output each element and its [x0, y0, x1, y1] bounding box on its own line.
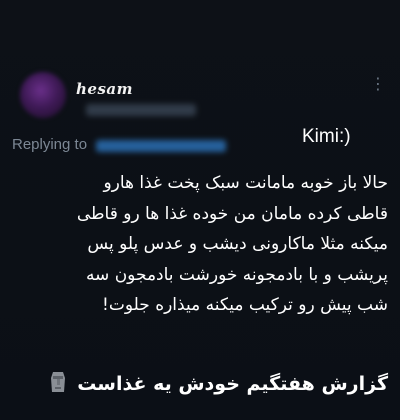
tweet-body-line: میکنه مثلا ماکارونی دیشب و عدس پلو پس: [87, 234, 388, 254]
tweet-body: حالا باز خوبه مامانت سبک پخت غذا هارو قا…: [12, 168, 388, 321]
moai-icon: [50, 372, 65, 392]
overlay-note: Kimi:): [302, 126, 351, 147]
tweet-body-line: حالا باز خوبه مامانت سبک پخت غذا هارو: [103, 173, 388, 193]
more-options-icon[interactable]: ⋮: [370, 74, 386, 94]
replying-to-label: Replying to: [12, 136, 88, 153]
tweet-body-line: پریشب و با بادمجونه خورشت بادمجون سه: [85, 264, 388, 285]
tweet-card: hesam ⋮ Replying to Kimi:) حالا باز خوبه…: [0, 0, 400, 420]
tweet-body-line: شب پیش رو ترکیب میکنه میذاره جلوت!: [102, 295, 388, 315]
caption-text: گزارش هفتگیم خودش یه غذاست: [77, 373, 388, 395]
reply-target-handle-blurred[interactable]: [96, 140, 226, 152]
caption: گزارش هفتگیم خودش یه غذاست: [12, 370, 388, 395]
avatar[interactable]: [20, 72, 66, 118]
username[interactable]: hesam: [76, 80, 133, 98]
user-handle-blurred: [86, 104, 196, 116]
tweet-body-line: قاطی کرده مامان من خوده غذا ها رو قاطی: [76, 203, 388, 224]
